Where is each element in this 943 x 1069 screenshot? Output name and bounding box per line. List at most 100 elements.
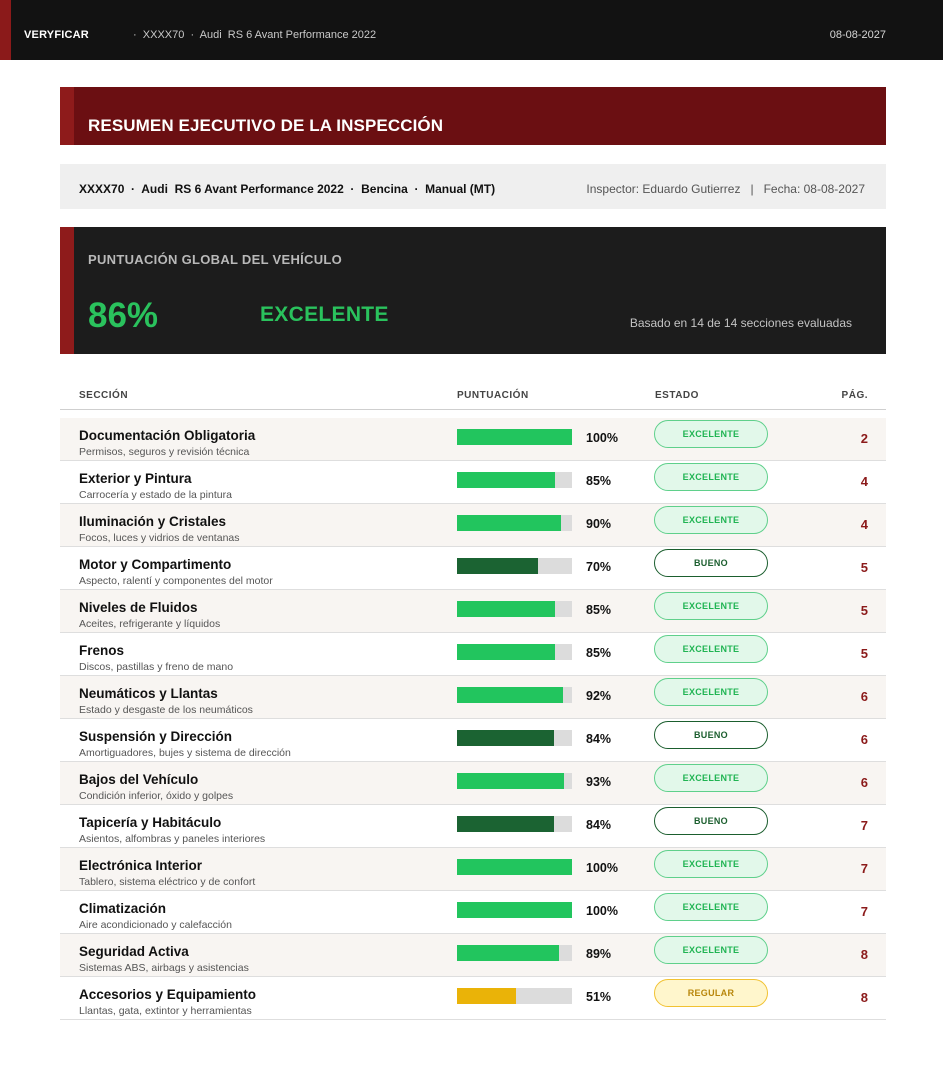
status-badge: EXCELENTE: [654, 764, 768, 792]
section-description: Permisos, seguros y revisión técnica: [79, 446, 250, 458]
page-number: 5: [860, 603, 868, 618]
page-number: 8: [860, 947, 868, 962]
section-score: 70%: [586, 560, 612, 574]
page-number: 7: [860, 818, 868, 833]
top-bar-accent: [0, 0, 11, 60]
score-bar-track: [457, 730, 572, 746]
score-bar-track: [457, 515, 572, 531]
score-accent-bar: [60, 227, 74, 354]
score-bar-track: [457, 601, 572, 617]
report-title-band: RESUMEN EJECUTIVO DE LA INSPECCIÓN: [60, 87, 886, 145]
section-description: Amortiguadores, bujes y sistema de direc…: [79, 747, 291, 759]
header-section: SECCIÓN: [79, 390, 129, 401]
score-bar-fill: [457, 773, 564, 789]
status-badge: EXCELENTE: [654, 506, 768, 534]
top-bar: VERYFICAR · XXXX70 · Audi RS 6 Avant Per…: [0, 0, 943, 60]
section-name: Electrónica Interior: [79, 858, 203, 873]
section-description: Discos, pastillas y freno de mano: [79, 661, 234, 673]
status-badge: EXCELENTE: [654, 936, 768, 964]
section-description: Aire acondicionado y calefacción: [79, 919, 232, 931]
table-row: Documentación Obligatoria Permisos, segur…: [60, 418, 886, 461]
section-table: Documentación Obligatoria Permisos, segur…: [60, 418, 886, 1020]
vehicle-summary: XXXX70 · Audi RS 6 Avant Performance 202…: [79, 182, 496, 196]
page-number: 6: [860, 775, 868, 790]
table-row: Frenos Discos, pastillas y freno de mano 8…: [60, 633, 886, 676]
section-name: Documentación Obligatoria: [79, 428, 256, 443]
status-badge: EXCELENTE: [654, 678, 768, 706]
inspector-info: Inspector: Eduardo Gutierrez | Fecha: 08…: [586, 182, 865, 196]
table-header: SECCIÓN PUNTUACIÓN ESTADO PÁG.: [60, 382, 886, 410]
page-number: 7: [860, 861, 868, 876]
score-rating: EXCELENTE: [260, 303, 389, 326]
section-score: 85%: [586, 646, 612, 660]
score-bar-track: [457, 988, 572, 1004]
page-number: 4: [860, 474, 868, 489]
page-number: 6: [860, 689, 868, 704]
score-bar-fill: [457, 429, 572, 445]
page-number: 5: [860, 560, 868, 575]
section-score: 100%: [586, 861, 618, 875]
section-name: Climatización: [79, 901, 167, 916]
section-description: Focos, luces y vidrios de ventanas: [79, 532, 240, 544]
section-name: Tapicería y Habitáculo: [79, 815, 222, 830]
section-score: 84%: [586, 818, 612, 832]
score-bar-track: [457, 945, 572, 961]
table-row: Suspensión y Dirección Amortiguadores, bu…: [60, 719, 886, 762]
table-row: Motor y Compartimento Aspecto, ralentí y …: [60, 547, 886, 590]
status-badge: EXCELENTE: [654, 592, 768, 620]
status-badge: EXCELENTE: [654, 463, 768, 491]
breadcrumb: · XXXX70 · Audi RS 6 Avant Performance 2…: [133, 29, 377, 41]
report-title: RESUMEN EJECUTIVO DE LA INSPECCIÓN: [88, 116, 444, 135]
score-basis: Basado en 14 de 14 secciones evaluadas: [629, 316, 852, 330]
status-badge: EXCELENTE: [654, 850, 768, 878]
score-bar-fill: [457, 601, 555, 617]
status-badge: EXCELENTE: [654, 893, 768, 921]
score-bar-fill: [457, 859, 572, 875]
section-name: Niveles de Fluidos: [79, 600, 198, 615]
section-score: 100%: [586, 431, 618, 445]
page-number: 5: [860, 646, 868, 661]
vehicle-meta-band: XXXX70 · Audi RS 6 Avant Performance 202…: [60, 164, 886, 209]
score-bar-fill: [457, 816, 554, 832]
section-score: 85%: [586, 474, 612, 488]
section-name: Exterior y Pintura: [79, 471, 192, 486]
score-bar-fill: [457, 644, 555, 660]
status-badge: BUENO: [654, 807, 768, 835]
table-row: Bajos del Vehículo Condición inferior, óx…: [60, 762, 886, 805]
score-bar-track: [457, 558, 572, 574]
section-name: Bajos del Vehículo: [79, 772, 199, 787]
score-bar-track: [457, 773, 572, 789]
section-description: Tablero, sistema eléctrico y de confort: [79, 876, 256, 888]
status-badge: EXCELENTE: [654, 635, 768, 663]
section-score: 85%: [586, 603, 612, 617]
section-score: 93%: [586, 775, 612, 789]
score-bar-fill: [457, 515, 561, 531]
section-name: Iluminación y Cristales: [79, 514, 227, 529]
section-name: Frenos: [79, 643, 125, 658]
score-bar-track: [457, 816, 572, 832]
score-bar-track: [457, 472, 572, 488]
table-row: Neumáticos y Llantas Estado y desgaste de…: [60, 676, 886, 719]
score-label: PUNTUACIÓN GLOBAL DEL VEHÍCULO: [88, 252, 343, 267]
page-number: 8: [860, 990, 868, 1005]
section-description: Sistemas ABS, airbags y asistencias: [79, 962, 249, 974]
brand-name: VERYFICAR: [24, 29, 89, 41]
section-score: 84%: [586, 732, 612, 746]
page-number: 4: [860, 517, 868, 532]
page-number: 2: [860, 431, 868, 446]
table-row: Niveles de Fluidos Aceites, refrigerante …: [60, 590, 886, 633]
score-bar-track: [457, 902, 572, 918]
score-bar-fill: [457, 558, 538, 574]
section-description: Llantas, gata, extintor y herramientas: [79, 1005, 252, 1017]
section-description: Asientos, alfombras y paneles interiores: [79, 833, 266, 845]
header-date: 08-08-2027: [829, 29, 886, 41]
score-bar-fill: [457, 902, 572, 918]
score-bar-track: [457, 687, 572, 703]
table-row: Accesorios y Equipamiento Llantas, gata, …: [60, 977, 886, 1020]
score-bar-fill: [457, 988, 516, 1004]
section-name: Suspensión y Dirección: [79, 729, 233, 744]
status-badge: BUENO: [654, 721, 768, 749]
section-name: Accesorios y Equipamiento: [79, 987, 257, 1002]
header-page: PÁG.: [841, 390, 868, 401]
table-row: Seguridad Activa Sistemas ABS, airbags y …: [60, 934, 886, 977]
